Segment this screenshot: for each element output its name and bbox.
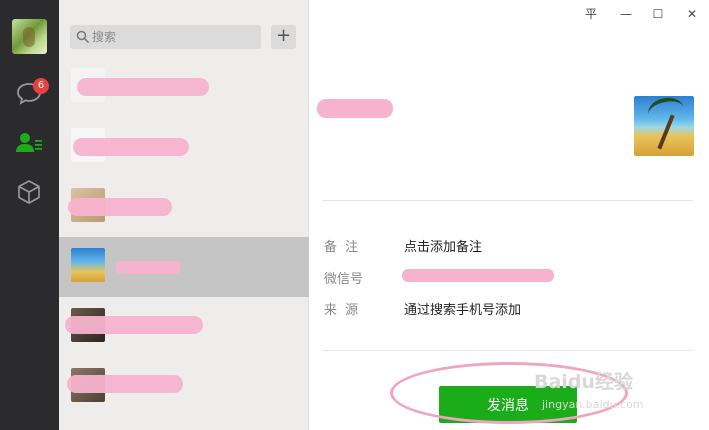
contact-avatar xyxy=(71,248,105,282)
redacted-contact-name xyxy=(65,316,203,334)
divider xyxy=(322,350,693,351)
source-label: 来 源 xyxy=(324,303,361,318)
redacted-contact-name xyxy=(77,78,209,96)
box-icon[interactable] xyxy=(15,178,43,206)
source-value: 通过搜索手机号添加 xyxy=(404,303,522,318)
divider xyxy=(322,200,693,201)
redacted-contact-name xyxy=(68,198,172,216)
redacted-contact-name xyxy=(73,138,189,156)
contact-list-panel: + xyxy=(59,0,309,430)
contact-list-item[interactable] xyxy=(59,117,309,177)
minimize-icon[interactable]: — xyxy=(616,6,636,22)
redacted-wechat-id xyxy=(402,269,554,282)
watermark-url: jingyan.baidu.com xyxy=(542,398,644,411)
close-icon[interactable]: ✕ xyxy=(682,6,702,22)
contact-list-item[interactable] xyxy=(59,297,309,357)
search-box[interactable] xyxy=(70,25,261,49)
contact-list-item-selected[interactable] xyxy=(59,237,309,297)
sidebar: 6 xyxy=(0,0,59,430)
unread-badge: 6 xyxy=(33,78,49,94)
contact-list-item[interactable] xyxy=(59,177,309,237)
profile-avatar[interactable] xyxy=(634,96,694,156)
redacted-contact-name xyxy=(115,261,181,274)
search-icon xyxy=(76,30,90,44)
maximize-icon[interactable]: ☐ xyxy=(648,6,668,22)
add-contact-button[interactable]: + xyxy=(271,25,296,49)
contact-list-item[interactable] xyxy=(59,57,309,117)
palm-leaves xyxy=(645,96,687,128)
remark-value[interactable]: 点击添加备注 xyxy=(404,236,482,255)
remark-label: 备 注 xyxy=(324,240,361,255)
wechat-id-label: 微信号 xyxy=(324,272,364,287)
redacted-profile-name xyxy=(317,99,393,118)
watermark-brand: Baidu经验 xyxy=(534,371,633,393)
contacts-icon[interactable] xyxy=(15,129,43,157)
redacted-contact-name xyxy=(67,375,183,393)
pin-icon[interactable]: 平 xyxy=(581,6,601,22)
contact-detail-panel: 平 — ☐ ✕ 备 注 点击添加备注 微信号 来 源 通过搜索手机号添加 发消息… xyxy=(310,0,709,430)
user-avatar[interactable] xyxy=(12,19,47,54)
contact-list-item[interactable] xyxy=(59,357,309,417)
search-input[interactable] xyxy=(92,28,252,46)
